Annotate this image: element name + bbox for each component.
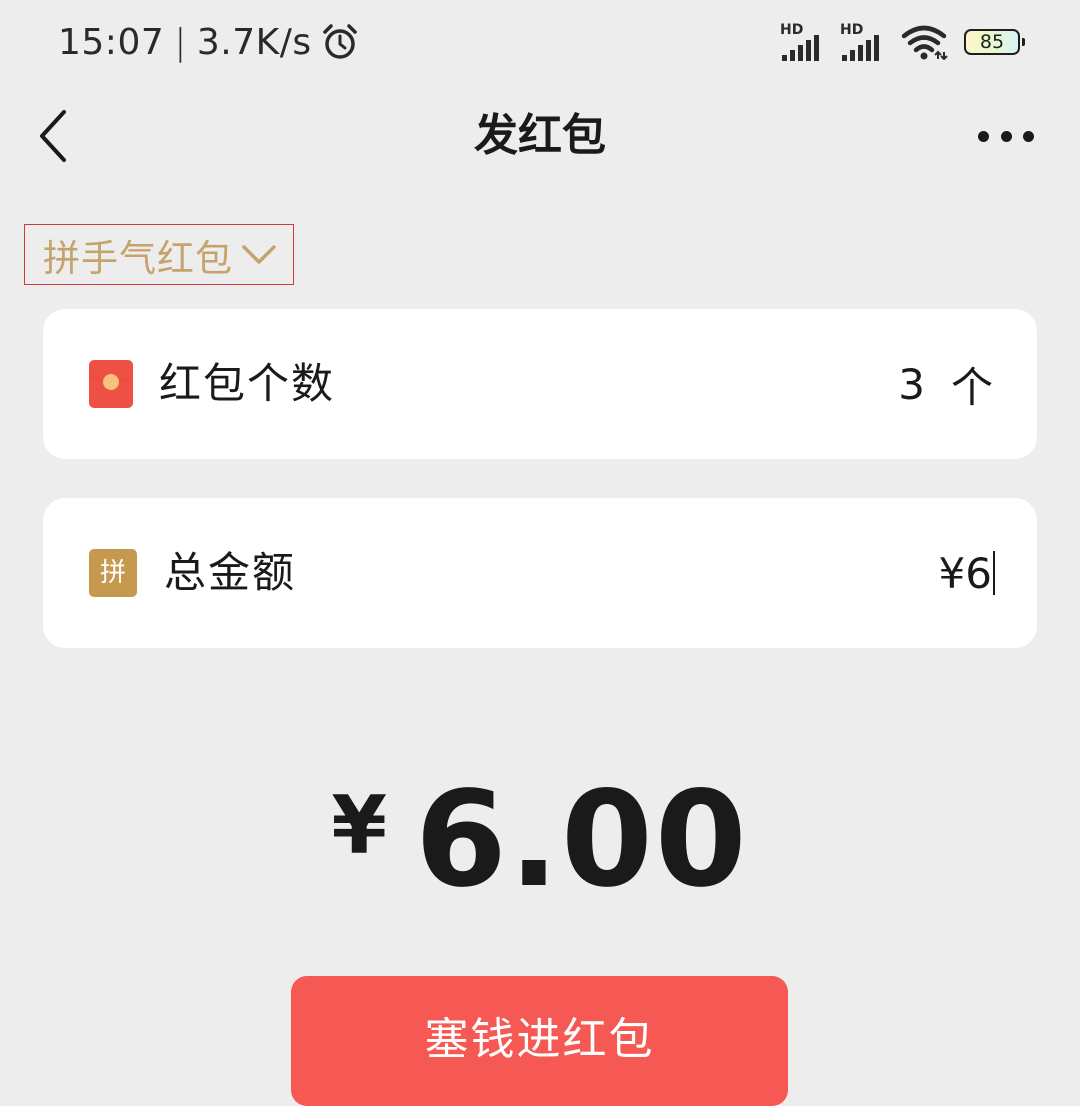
- status-left: 15:07 | 3.7K/s: [58, 18, 360, 66]
- submit-button[interactable]: 塞钱进红包: [291, 976, 788, 1106]
- packet-count-unit: 个: [950, 362, 993, 412]
- text-cursor: [993, 551, 995, 595]
- total-amount-input[interactable]: ¥6: [939, 545, 995, 601]
- red-packet-icon: [89, 360, 133, 408]
- nav-bar: 发红包: [0, 88, 1080, 184]
- more-dots-icon: [978, 130, 989, 142]
- total-amount-display: 6.00: [414, 763, 749, 917]
- network-speed: 3.7K/s: [196, 21, 312, 63]
- alarm-clock-icon: [322, 24, 357, 59]
- packet-count-value: 3: [898, 359, 925, 409]
- packet-count-input[interactable]: 3 个: [898, 356, 993, 412]
- pin-badge-icon: 拼: [89, 549, 137, 597]
- total-amount-card: 拼 总金额 ¥6: [43, 498, 1037, 648]
- status-time: 15:07: [58, 21, 165, 63]
- submit-button-label: 塞钱进红包: [424, 1014, 655, 1065]
- total-display: ¥ 6.00: [0, 770, 1080, 910]
- packet-count-label: 红包个数: [159, 359, 336, 408]
- packet-count-card: 红包个数 3 个: [43, 309, 1037, 459]
- chevron-down-icon: [242, 244, 276, 264]
- total-amount-label: 总金额: [164, 548, 297, 597]
- total-currency-symbol: ¥: [331, 779, 387, 872]
- status-right: HD HD 85: [780, 20, 1025, 64]
- signal-strength-icon: HD: [840, 23, 884, 61]
- status-separator: |: [174, 21, 187, 63]
- packet-type-selector[interactable]: 拼手气红包: [24, 224, 294, 285]
- more-dots-icon: [1023, 130, 1034, 142]
- more-button[interactable]: [978, 118, 1034, 154]
- signal-strength-icon: HD: [780, 23, 824, 61]
- wifi-icon: [901, 25, 948, 60]
- status-bar: 15:07 | 3.7K/s HD HD 85: [0, 0, 1080, 88]
- packet-type-label: 拼手气红包: [43, 236, 233, 280]
- red-packet-coin: [103, 374, 119, 390]
- battery-icon: 85: [964, 29, 1025, 55]
- more-dots-icon: [1000, 130, 1012, 142]
- total-amount-value: ¥6: [938, 548, 992, 598]
- page-title: 发红包: [474, 110, 606, 161]
